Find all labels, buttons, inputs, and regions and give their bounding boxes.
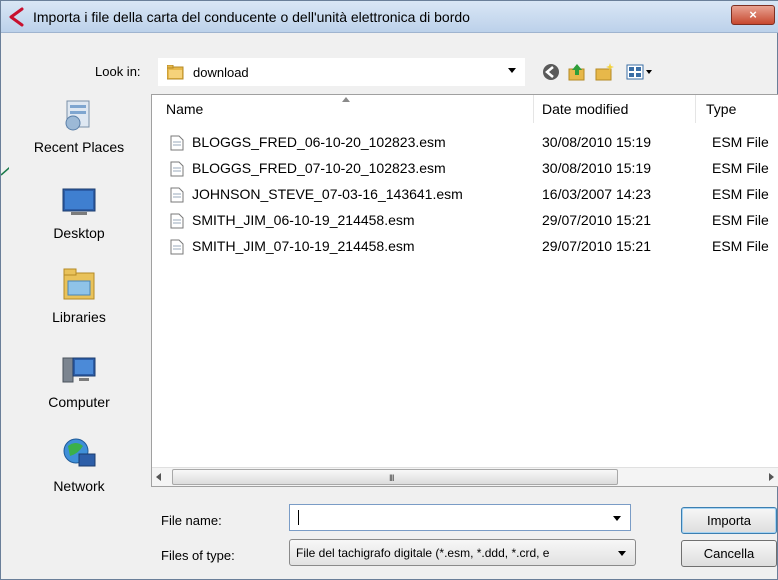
chevron-down-icon[interactable] <box>618 551 626 556</box>
scroll-left-icon[interactable] <box>156 473 161 481</box>
file-name: BLOGGS_FRED_06-10-20_102823.esm <box>192 134 446 150</box>
file-name: JOHNSON_STEVE_07-03-16_143641.esm <box>192 186 463 202</box>
look-in-label: Look in: <box>95 64 141 79</box>
place-label: Computer <box>48 394 110 410</box>
file-name: SMITH_JIM_06-10-19_214458.esm <box>192 212 415 228</box>
cancel-button[interactable]: Cancella <box>681 540 777 567</box>
new-folder-icon[interactable] <box>595 62 615 82</box>
column-header-label: Name <box>166 101 204 117</box>
scroll-grip: III <box>389 473 394 483</box>
scroll-thumb[interactable]: III <box>172 469 618 485</box>
file-type-label: Files of type: <box>161 548 235 563</box>
file-list[interactable]: Name Date modified Type BLOGGS_FRED_06-1… <box>151 94 778 487</box>
file-row[interactable]: BLOGGS_FRED_07-10-20_102823.esm 30/08/20… <box>152 156 778 182</box>
scroll-right-icon[interactable] <box>769 473 774 481</box>
place-recent-places[interactable]: Recent Places <box>9 97 149 177</box>
sort-ascending-icon <box>342 97 350 102</box>
column-header-date[interactable]: Date modified <box>534 95 696 123</box>
place-label: Libraries <box>52 309 106 325</box>
place-desktop[interactable]: Desktop <box>9 183 149 263</box>
back-icon[interactable] <box>541 62 561 82</box>
horizontal-scrollbar[interactable]: III <box>152 467 778 486</box>
file-type-select[interactable]: File del tachigrafo digitale (*.esm, *.d… <box>289 539 636 566</box>
file-type: ESM File <box>712 238 769 254</box>
file-date: 29/07/2010 15:21 <box>542 212 651 228</box>
file-name-label: File name: <box>161 513 222 528</box>
title-bar[interactable]: Importa i file della carta del conducent… <box>1 1 778 33</box>
place-libraries[interactable]: Libraries <box>9 267 149 347</box>
file-date: 16/03/2007 14:23 <box>542 186 651 202</box>
file-name-input[interactable] <box>289 504 631 531</box>
file-icon <box>170 213 184 229</box>
place-computer[interactable]: Computer <box>9 352 149 432</box>
place-label: Network <box>53 478 105 494</box>
file-row[interactable]: BLOGGS_FRED_06-10-20_102823.esm 30/08/20… <box>152 130 778 156</box>
column-header-name[interactable]: Name <box>152 95 534 123</box>
libraries-icon <box>63 268 95 300</box>
look-in-value: download <box>193 65 249 80</box>
folder-icon <box>167 65 184 80</box>
place-label: Desktop <box>53 225 105 241</box>
places-bar: Recent Places Desktop Libraries Computer… <box>9 97 149 517</box>
chevron-down-icon[interactable] <box>613 516 621 521</box>
file-type: ESM File <box>712 212 769 228</box>
file-row[interactable]: SMITH_JIM_06-10-19_214458.esm 29/07/2010… <box>152 208 778 234</box>
file-icon <box>170 239 184 255</box>
look-in-combo[interactable]: download <box>158 58 525 86</box>
file-icon <box>170 187 184 203</box>
file-icon <box>170 135 184 151</box>
file-name: SMITH_JIM_07-10-19_214458.esm <box>192 238 415 254</box>
place-network[interactable]: Network <box>9 436 149 516</box>
window-title: Importa i file della carta del conducent… <box>33 9 470 25</box>
file-date: 30/08/2010 15:19 <box>542 134 651 150</box>
file-date: 29/07/2010 15:21 <box>542 238 651 254</box>
up-folder-icon[interactable] <box>567 62 587 82</box>
file-open-dialog: Importa i file della carta del conducent… <box>0 0 778 580</box>
recent-places-icon <box>65 100 90 131</box>
chevron-down-icon[interactable] <box>508 68 516 73</box>
file-row[interactable]: JOHNSON_STEVE_07-03-16_143641.esm 16/03/… <box>152 182 778 208</box>
desktop-icon <box>62 188 96 215</box>
computer-icon <box>62 357 96 383</box>
place-label: Recent Places <box>33 139 125 155</box>
file-date: 30/08/2010 15:19 <box>542 160 651 176</box>
text-caret <box>298 510 299 525</box>
network-icon <box>63 438 96 467</box>
import-button[interactable]: Importa <box>681 507 777 534</box>
file-type: ESM File <box>712 186 769 202</box>
file-type-value: File del tachigrafo digitale (*.esm, *.d… <box>296 546 550 560</box>
app-logo-icon <box>9 7 24 27</box>
close-button[interactable]: × <box>731 5 775 25</box>
file-icon <box>170 161 184 177</box>
column-header-type[interactable]: Type <box>696 95 778 123</box>
views-menu-icon[interactable] <box>625 62 655 82</box>
file-name: BLOGGS_FRED_07-10-20_102823.esm <box>192 160 446 176</box>
file-type: ESM File <box>712 160 769 176</box>
file-row[interactable]: SMITH_JIM_07-10-19_214458.esm 29/07/2010… <box>152 234 778 260</box>
file-type: ESM File <box>712 134 769 150</box>
